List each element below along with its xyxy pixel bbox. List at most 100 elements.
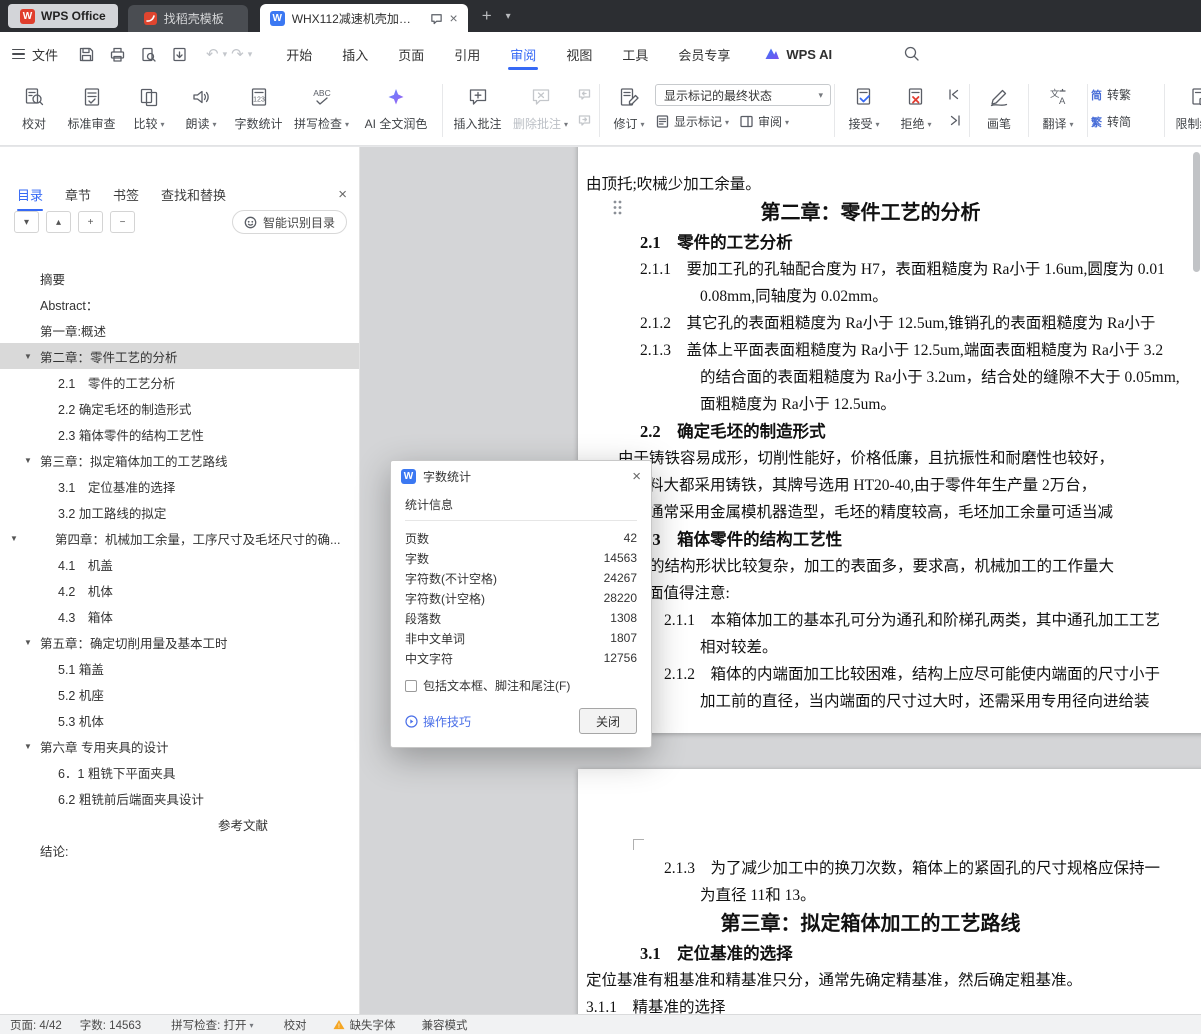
- output-pdf-icon[interactable]: [171, 46, 188, 63]
- insert-comment-button[interactable]: 插入批注: [446, 76, 509, 145]
- accept-revision-button[interactable]: 接受: [838, 76, 890, 145]
- sidebar-tab-contents[interactable]: 目录: [17, 185, 43, 204]
- print-icon[interactable]: [109, 46, 126, 63]
- writer-doc-icon: W: [269, 10, 285, 26]
- toc-item[interactable]: 6．1 粗铣下平面夹具: [0, 759, 359, 785]
- expand-all-button[interactable]: ▴: [46, 211, 71, 233]
- toc-item[interactable]: 4.3 箱体: [0, 603, 359, 629]
- toc-item[interactable]: 5.3 机体: [0, 707, 359, 733]
- tab-document-active[interactable]: W WHX112减速机壳加工工艺及 ×: [259, 4, 468, 32]
- document-page-1[interactable]: 由顶托;吹械少加工余量。 第二章：零件工艺的分析 2.1 零件的工艺分析 2.1…: [578, 147, 1201, 733]
- save-icon[interactable]: [78, 46, 95, 63]
- ai-polish-button[interactable]: AI 全文润色: [353, 76, 439, 145]
- standard-review-button[interactable]: 标准审查: [60, 76, 123, 145]
- include-footnotes-checkbox[interactable]: [405, 679, 417, 692]
- tab-view[interactable]: 视图: [566, 32, 592, 76]
- delete-comment-button[interactable]: 删除批注: [509, 76, 572, 145]
- compare-button[interactable]: 比较: [123, 76, 175, 145]
- missing-font-warning[interactable]: ! 缺失字体: [333, 1017, 396, 1033]
- toc-item[interactable]: 2.1 零件的工艺分析: [0, 369, 359, 395]
- toc-item[interactable]: 4.2 机体: [0, 577, 359, 603]
- proofread-status[interactable]: 校对: [284, 1017, 307, 1033]
- sidebar-tab-chapters[interactable]: 章节: [65, 185, 91, 204]
- toc-item[interactable]: 4.1 机盖: [0, 551, 359, 577]
- review-pane-button[interactable]: 审阅: [739, 113, 789, 130]
- toc-item[interactable]: 3.1 定位基准的选择: [0, 473, 359, 499]
- tab-page[interactable]: 页面: [398, 32, 424, 76]
- compare-label: 比较: [133, 115, 164, 132]
- previous-comment-button[interactable]: [574, 85, 594, 103]
- tab-list-dropdown-icon[interactable]: ▾: [506, 11, 511, 22]
- translate-button[interactable]: 文A 翻译: [1032, 76, 1084, 145]
- undo-dropdown-icon[interactable]: ▾: [223, 49, 228, 60]
- tab-tools[interactable]: 工具: [622, 32, 648, 76]
- page-indicator: 页面: 4/42: [10, 1019, 62, 1032]
- file-menu-button[interactable]: 文件: [12, 45, 58, 64]
- print-preview-icon[interactable]: [140, 46, 157, 63]
- new-tab-button[interactable]: +: [482, 6, 492, 26]
- next-comment-button[interactable]: [574, 111, 594, 129]
- toc-item[interactable]: 第四章：机械加工余量，工序尺寸及毛坯尺寸的确...: [0, 525, 359, 551]
- ink-pen-button[interactable]: 画笔: [973, 76, 1025, 145]
- zoom-in-outline-button[interactable]: +: [78, 211, 103, 233]
- toc-item[interactable]: 6.2 粗铣前后端面夹具设计: [0, 785, 359, 811]
- next-revision-button[interactable]: [944, 111, 964, 129]
- track-changes-button[interactable]: 修订: [603, 76, 655, 145]
- close-dialog-button[interactable]: 关闭: [579, 708, 637, 734]
- wps-office-home-button[interactable]: W WPS Office: [8, 4, 118, 28]
- dialog-title-bar[interactable]: W 字数统计 ×: [391, 461, 651, 491]
- tab-reference[interactable]: 引用: [454, 32, 480, 76]
- wps-ai-button[interactable]: WPS AI: [764, 46, 832, 62]
- search-icon[interactable]: [903, 45, 920, 62]
- sidebar-tab-bookmarks[interactable]: 书签: [113, 185, 139, 204]
- tab-member[interactable]: 会员专享: [678, 32, 730, 76]
- tab-review-active[interactable]: 审阅: [510, 32, 536, 76]
- toc-item[interactable]: 第五章：确定切削用量及基本工时: [0, 629, 359, 655]
- scrollbar-thumb[interactable]: [1193, 152, 1200, 272]
- toc-item[interactable]: 3.2 加工路线的拟定: [0, 499, 359, 525]
- reject-revision-button[interactable]: 拒绝: [890, 76, 942, 145]
- read-aloud-button[interactable]: 朗读: [175, 76, 227, 145]
- word-count-indicator[interactable]: 字数: 14563: [80, 1017, 141, 1033]
- toc-item-selected[interactable]: 第二章：零件工艺的分析: [0, 343, 359, 369]
- toc-item[interactable]: 5.2 机座: [0, 681, 359, 707]
- comment-bubble-icon[interactable]: [430, 12, 443, 25]
- toc-item[interactable]: 结论:: [0, 837, 359, 863]
- to-simplified-button[interactable]: 繁 转简: [1091, 113, 1161, 130]
- redo-icon[interactable]: ↷: [231, 45, 244, 63]
- toc-item[interactable]: 第一章:概述: [0, 317, 359, 343]
- wps-ai-logo-icon: [765, 48, 780, 59]
- close-tab-icon[interactable]: ×: [450, 11, 458, 25]
- spell-check-button[interactable]: ABC 拼写检查: [290, 76, 353, 145]
- zoom-out-outline-button[interactable]: −: [110, 211, 135, 233]
- smart-toc-button[interactable]: 智能识别目录: [231, 210, 347, 234]
- markup-state-select[interactable]: 显示标记的最终状态: [655, 84, 831, 106]
- sidebar-tab-find-replace[interactable]: 查找和替换: [161, 185, 226, 204]
- vertical-scrollbar[interactable]: [1192, 150, 1200, 1011]
- tab-docer-templates[interactable]: 找稻壳模板: [127, 5, 248, 32]
- toc-item[interactable]: 5.1 箱盖: [0, 655, 359, 681]
- show-markup-button[interactable]: 显示标记: [655, 113, 729, 130]
- toc-item[interactable]: Abstract：: [0, 291, 359, 317]
- toc-item[interactable]: 参考文献: [0, 811, 359, 837]
- previous-revision-button[interactable]: [944, 85, 964, 103]
- close-sidebar-icon[interactable]: ×: [338, 186, 347, 203]
- redo-dropdown-icon[interactable]: ▾: [248, 49, 253, 60]
- spell-check-toggle[interactable]: 拼写检查: 打开: [171, 1017, 253, 1033]
- toc-item[interactable]: 摘要: [0, 265, 359, 291]
- dialog-close-icon[interactable]: ×: [632, 469, 641, 484]
- restrict-editing-button[interactable]: 限制编辑: [1168, 76, 1201, 145]
- proofread-button[interactable]: 校对: [8, 76, 60, 145]
- undo-icon[interactable]: ↶: [206, 45, 219, 63]
- toc-item[interactable]: 第六章 专用夹具的设计: [0, 733, 359, 759]
- collapse-all-button[interactable]: ▾: [14, 211, 39, 233]
- toc-item[interactable]: 2.3 箱体零件的结构工艺性: [0, 421, 359, 447]
- to-traditional-button[interactable]: 简 转繁: [1091, 86, 1161, 103]
- tab-home[interactable]: 开始: [286, 32, 312, 76]
- tips-link[interactable]: 操作技巧: [405, 713, 471, 730]
- toc-item[interactable]: 第三章：拟定箱体加工的工艺路线: [0, 447, 359, 473]
- word-count-button[interactable]: 123 字数统计: [227, 76, 290, 145]
- document-page-2[interactable]: 2.1.3 为了减少加工中的换刀次数，箱体上的紧固孔的尺寸规格应保持一 为直径 …: [578, 769, 1201, 1014]
- tab-insert[interactable]: 插入: [342, 32, 368, 76]
- toc-item[interactable]: 2.2 确定毛坯的制造形式: [0, 395, 359, 421]
